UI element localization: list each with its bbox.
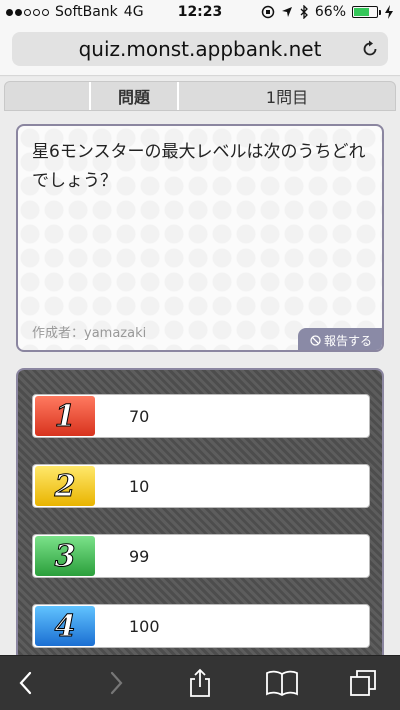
quiz-page: 問題 1問目 星6モンスターの最大レベルは次のうちどれでしょう？ 作成者：yam… xyxy=(0,77,400,668)
report-button[interactable]: 報告する xyxy=(298,328,382,350)
answer-text-1: 70 xyxy=(129,406,150,426)
reload-icon[interactable] xyxy=(361,40,379,58)
answer-text-2: 10 xyxy=(129,476,150,496)
answer-option-2[interactable]: 2 10 xyxy=(32,464,370,508)
battery-icon xyxy=(352,6,381,18)
charging-icon xyxy=(385,5,393,19)
status-bar: SoftBank 4G 12:23 66% xyxy=(0,0,400,24)
answer-badge-4: 4 xyxy=(35,606,95,646)
question-number: 1問目 xyxy=(265,88,309,107)
answer-text-4: 100 xyxy=(129,616,160,636)
location-icon xyxy=(281,7,292,17)
answer-text-3: 99 xyxy=(129,546,150,566)
author-label: 作成者：yamazaki xyxy=(32,326,147,341)
url-text[interactable]: quiz.monst.appbank.net xyxy=(12,37,388,61)
browser-toolbar xyxy=(0,655,400,710)
bookmarks-icon[interactable] xyxy=(265,668,299,698)
share-icon[interactable] xyxy=(185,668,215,698)
report-label: 報告する xyxy=(323,333,372,348)
prohibited-icon xyxy=(310,334,321,346)
question-label: 問題 xyxy=(91,82,179,110)
battery-percent: 66% xyxy=(314,4,346,20)
address-bar[interactable]: quiz.monst.appbank.net xyxy=(12,32,388,66)
system-indicators: 66% xyxy=(261,4,394,20)
answer-option-4[interactable]: 4 100 xyxy=(32,604,370,648)
question-header: 問題 1問目 xyxy=(4,81,396,111)
bluetooth-icon xyxy=(300,5,308,19)
orientation-lock-icon xyxy=(261,5,275,19)
answer-badge-2: 2 xyxy=(35,466,95,506)
forward-icon[interactable] xyxy=(100,668,130,698)
back-icon[interactable] xyxy=(12,668,42,698)
question-text: 星6モンスターの最大レベルは次のうちどれでしょう？ xyxy=(32,142,366,191)
tabs-icon[interactable] xyxy=(348,668,378,698)
question-card: 星6モンスターの最大レベルは次のうちどれでしょう？ 作成者：yamazaki 報… xyxy=(16,124,384,352)
header-spacer xyxy=(5,82,91,110)
answers-panel: 1 70 2 10 3 99 4 100 xyxy=(16,368,384,668)
answer-option-3[interactable]: 3 99 xyxy=(32,534,370,578)
browser-header: quiz.monst.appbank.net xyxy=(0,24,400,76)
answer-option-1[interactable]: 1 70 xyxy=(32,394,370,438)
answer-badge-3: 3 xyxy=(35,536,95,576)
answer-badge-1: 1 xyxy=(35,396,95,436)
